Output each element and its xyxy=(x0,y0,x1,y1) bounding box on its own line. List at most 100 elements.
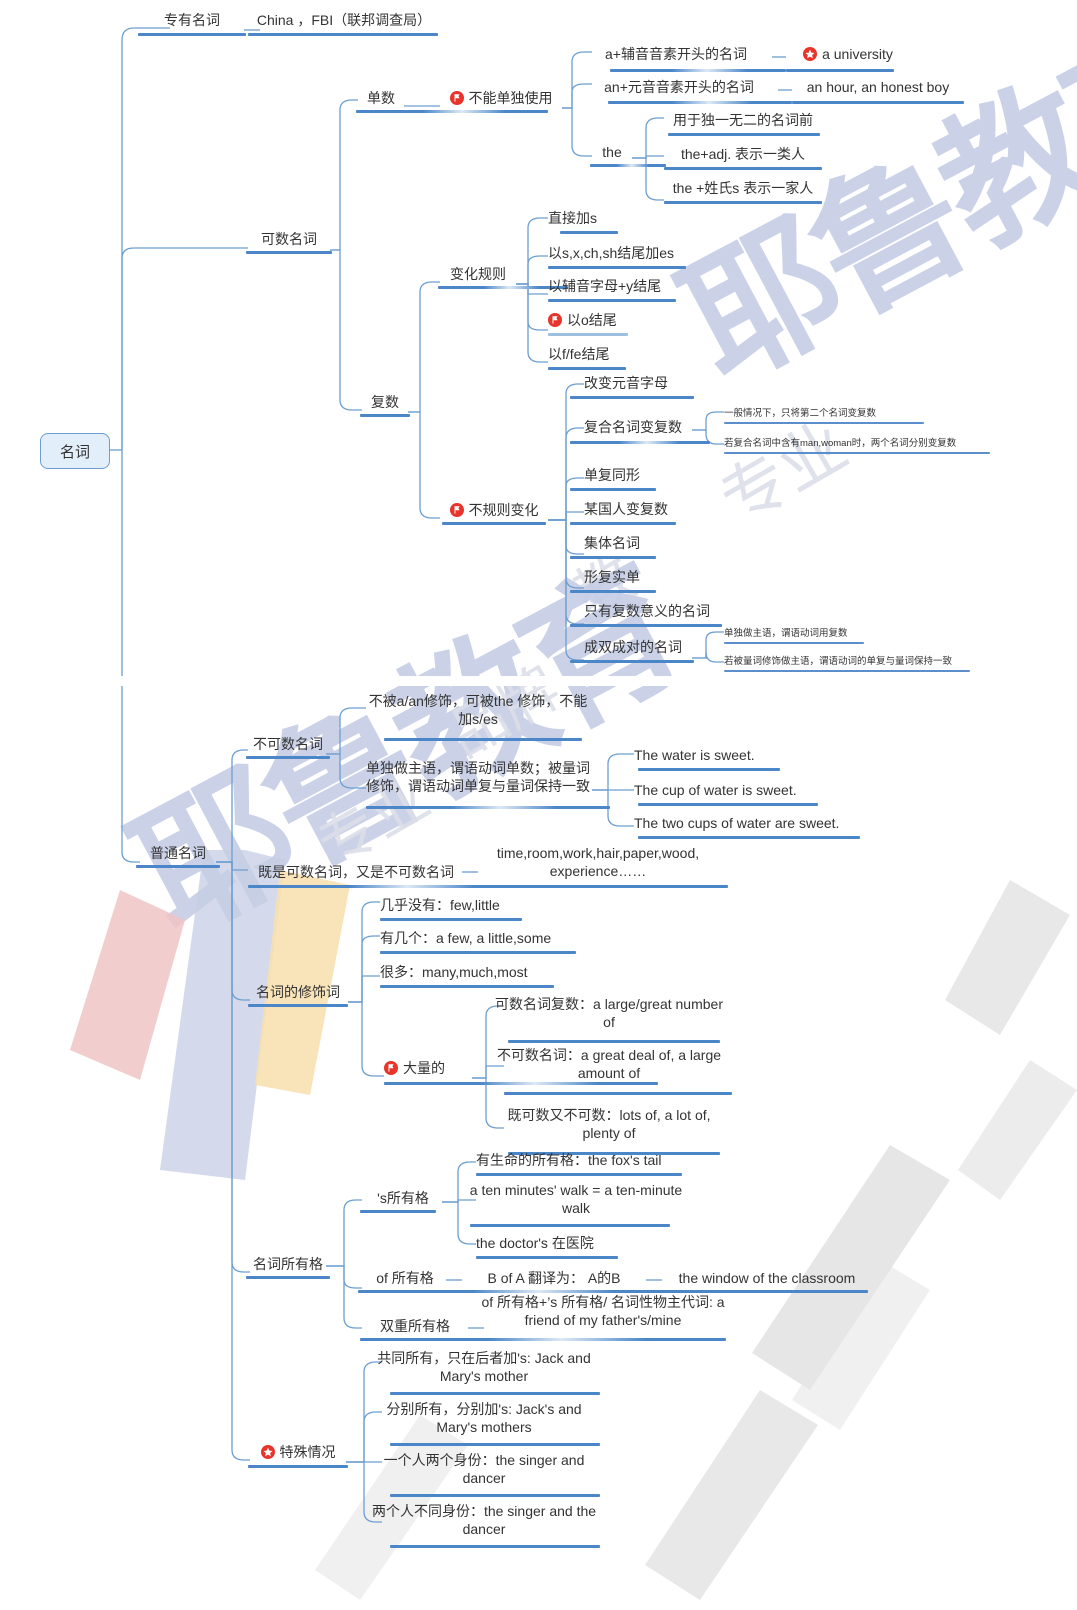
node-add-es[interactable]: 以s,x,ch,sh结尾加es xyxy=(548,243,728,265)
node-end-f-fe[interactable]: 以f/fe结尾 xyxy=(548,344,698,366)
underline-collective-noun xyxy=(570,556,656,559)
node-separate-possession[interactable]: 分别所有，分别加's: Jack's and Mary's mothers xyxy=(368,1401,600,1445)
node-uncountable-rule2-label: 单独做主语，谓语动词单数；被量词修饰，谓语动词单复与量词保持一致 xyxy=(366,760,590,794)
node-modifiers[interactable]: 名词的修饰词 xyxy=(250,982,346,1004)
node-many[interactable]: 很多：many,much,most xyxy=(380,962,600,984)
node-same-form-label: 单复同形 xyxy=(584,467,640,484)
node-countable-label: 可数名词 xyxy=(261,231,317,248)
node-plural-only[interactable]: 只有复数意义的名词 xyxy=(584,601,774,623)
node-two-people-two-roles[interactable]: 两个人不同身份：the singer and the dancer xyxy=(368,1503,600,1547)
node-compound-note1-label: 一般情况下，只将第二个名词变复数 xyxy=(724,407,877,419)
node-change-rules[interactable]: 变化规则 xyxy=(440,264,516,286)
node-joint-possession-label: 共同所有，只在后者加's: Jack and Mary's mother xyxy=(377,1350,591,1384)
underline-common-noun xyxy=(136,865,220,868)
node-compound-note2[interactable]: 若复合名词中含有man,woman时，两个名词分别变复数 xyxy=(724,436,1044,452)
node-singular[interactable]: 单数 xyxy=(358,88,404,110)
node-end-o[interactable]: 以o结尾 xyxy=(548,310,698,332)
node-of-possessive-label: of 所有格 xyxy=(376,1270,434,1287)
underline-double-possessive xyxy=(360,1338,726,1341)
node-the-family[interactable]: the +姓氏s 表示一家人 xyxy=(660,178,826,200)
node-special-cases[interactable]: 特殊情况 xyxy=(250,1442,346,1464)
node-b-of-a[interactable]: B of A 翻译为： A的B xyxy=(462,1268,646,1290)
node-the-unique[interactable]: 用于独一无二的名词前 xyxy=(660,110,826,132)
node-doctors[interactable]: the doctor's 在医院 xyxy=(476,1233,676,1255)
node-plural-form-singular-meaning[interactable]: 形复实单 xyxy=(584,567,724,589)
node-both[interactable]: 既是可数名词，又是不可数名词 xyxy=(248,862,464,884)
node-large-amount[interactable]: 大量的 xyxy=(384,1058,494,1080)
node-a-consonant[interactable]: a+辅音音素开头的名词 xyxy=(580,44,772,66)
node-a-university[interactable]: a university xyxy=(786,44,910,66)
node-same-form[interactable]: 单复同形 xyxy=(584,465,724,487)
node-cup-water-sweet[interactable]: The cup of water is sweet. xyxy=(634,780,894,802)
page-seam xyxy=(0,676,1077,686)
node-plural[interactable]: 复数 xyxy=(362,392,408,414)
node-plural-form-singular-meaning-label: 形复实单 xyxy=(584,569,640,586)
red-star-icon xyxy=(803,47,818,61)
node-of-possessive[interactable]: of 所有格 xyxy=(362,1268,448,1290)
node-joint-possession[interactable]: 共同所有，只在后者加's: Jack and Mary's mother xyxy=(368,1350,600,1394)
node-proper-noun-example[interactable]: China ，FBI（联邦调查局） xyxy=(248,10,440,32)
node-both-examples[interactable]: time,room,work,hair,paper,wood, experien… xyxy=(478,845,718,889)
node-window-classroom[interactable]: the window of the classroom xyxy=(662,1268,872,1290)
node-both-large-label: 既可数又不可数：lots of, a lot of, plenty of xyxy=(507,1107,711,1141)
node-an-hour-label: an hour, an honest boy xyxy=(806,79,950,96)
node-the[interactable]: the xyxy=(592,142,632,164)
node-compound-note1[interactable]: 一般情况下，只将第二个名词变复数 xyxy=(724,406,974,422)
root-node[interactable]: 名词 xyxy=(40,433,110,469)
underline-almost-none xyxy=(380,918,522,921)
node-countable-plural-large-label: 可数名词复数：a large/great number of xyxy=(495,996,723,1030)
node-ten-minutes[interactable]: a ten minutes' walk = a ten-minute walk xyxy=(466,1182,686,1226)
node-uncountable[interactable]: 不可数名词 xyxy=(248,734,328,756)
node-proper-noun[interactable]: 专有名词 xyxy=(140,10,244,32)
node-a-few[interactable]: 有几个：a few, a little,some xyxy=(380,928,610,950)
node-almost-none-label: 几乎没有：few,little xyxy=(380,897,500,914)
node-plural-only-label: 只有复数意义的名词 xyxy=(584,603,710,620)
node-singular-label: 单数 xyxy=(367,90,395,107)
node-countable[interactable]: 可数名词 xyxy=(248,229,330,251)
node-add-s[interactable]: 直接加s xyxy=(548,208,668,230)
node-change-vowel[interactable]: 改变元音字母 xyxy=(584,373,744,395)
underline-doctors xyxy=(476,1256,618,1259)
node-pair-note2[interactable]: 若被量词修饰做主语，谓语动词的单复与量词保持一致 xyxy=(724,654,1054,670)
node-pair-note2-label: 若被量词修饰做主语，谓语动词的单复与量词保持一致 xyxy=(724,655,953,667)
node-both-large[interactable]: 既可数又不可数：lots of, a lot of, plenty of xyxy=(490,1107,728,1151)
underline-s-possessive xyxy=(360,1210,436,1213)
node-s-possessive-label: 's所有格 xyxy=(377,1190,429,1207)
node-s-possessive[interactable]: 's所有格 xyxy=(362,1188,444,1210)
node-the-adj[interactable]: the+adj. 表示一类人 xyxy=(660,144,826,166)
node-modifiers-label: 名词的修饰词 xyxy=(256,984,340,1001)
node-a-university-label: a university xyxy=(822,46,893,63)
node-almost-none[interactable]: 几乎没有：few,little xyxy=(380,895,590,917)
watermark-color-shapes xyxy=(70,850,350,1180)
node-consonant-y[interactable]: 以辅音字母+y结尾 xyxy=(548,276,728,298)
node-animate-possessive[interactable]: 有生命的所有格：the fox's tail xyxy=(476,1150,706,1172)
node-uncountable-rule2[interactable]: 单独做主语，谓语动词单数；被量词修饰，谓语动词单复与量词保持一致 xyxy=(366,760,590,804)
node-one-person-two-roles[interactable]: 一个人两个身份：the singer and dancer xyxy=(368,1452,600,1496)
node-pair-note1[interactable]: 单独做主语，谓语动词用复数 xyxy=(724,626,974,642)
node-water-sweet[interactable]: The water is sweet. xyxy=(634,745,884,767)
node-double-possessive-detail[interactable]: of 所有格+’s 所有格/ 名词性物主代词: a friend of my f… xyxy=(478,1294,728,1338)
node-the-family-label: the +姓氏s 表示一家人 xyxy=(672,180,814,197)
node-nationality-plural[interactable]: 某国人变复数 xyxy=(584,499,734,521)
node-double-possessive[interactable]: 双重所有格 xyxy=(362,1316,468,1338)
node-uncountable-rule1[interactable]: 不被a/an修饰，可被the 修饰，不能加s/es xyxy=(366,693,590,737)
node-collective-noun[interactable]: 集体名词 xyxy=(584,533,724,555)
node-doctors-label: the doctor's 在医院 xyxy=(476,1235,594,1252)
node-common-noun[interactable]: 普通名词 xyxy=(138,843,218,865)
underline-the xyxy=(590,164,666,167)
underline-a-university xyxy=(786,69,894,72)
node-cannot-stand-alone[interactable]: 不能单独使用 xyxy=(440,88,562,110)
underline-two-cups-sweet xyxy=(638,836,860,839)
node-two-cups-sweet[interactable]: The two cups of water are sweet. xyxy=(634,813,924,835)
node-uncountable-large-label: 不可数名词：a great deal of, a large amount of xyxy=(496,1047,722,1081)
node-irregular-label: 不规则变化 xyxy=(468,502,539,519)
node-irregular[interactable]: 不规则变化 xyxy=(440,500,548,522)
node-an-vowel[interactable]: an+元音音素开头的名词 xyxy=(580,77,778,99)
node-uncountable-large[interactable]: 不可数名词：a great deal of, a large amount of xyxy=(490,1047,728,1091)
node-many-label: 很多：many,much,most xyxy=(380,964,528,981)
node-possessive[interactable]: 名词所有格 xyxy=(248,1254,328,1276)
node-countable-plural-large[interactable]: 可数名词复数：a large/great number of xyxy=(490,996,728,1040)
node-the-unique-label: 用于独一无二的名词前 xyxy=(673,112,813,129)
node-an-hour[interactable]: an hour, an honest boy xyxy=(792,77,964,99)
node-uncountable-rule1-label: 不被a/an修饰，可被the 修饰，不能加s/es xyxy=(368,693,588,727)
